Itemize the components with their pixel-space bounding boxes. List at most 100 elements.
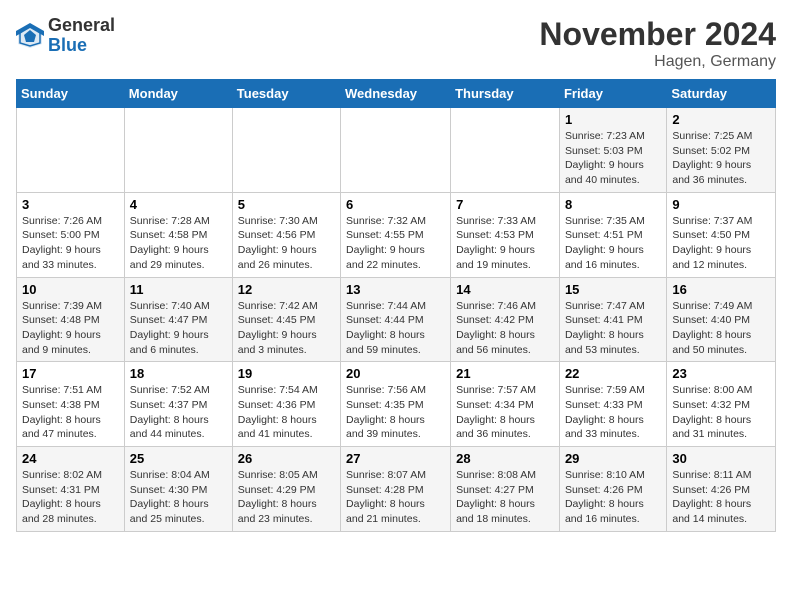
calendar-cell [232,108,340,193]
day-number: 25 [130,451,227,466]
day-info: Sunrise: 7:39 AM Sunset: 4:48 PM Dayligh… [22,299,119,358]
day-info: Sunrise: 8:05 AM Sunset: 4:29 PM Dayligh… [238,468,335,527]
day-info: Sunrise: 7:35 AM Sunset: 4:51 PM Dayligh… [565,214,661,273]
calendar-cell: 15 Sunrise: 7:47 AM Sunset: 4:41 PM Dayli… [559,277,666,362]
calendar-cell: 22 Sunrise: 7:59 AM Sunset: 4:33 PM Dayli… [559,362,666,447]
day-info: Sunrise: 7:30 AM Sunset: 4:56 PM Dayligh… [238,214,335,273]
calendar-week-row: 1 Sunrise: 7:23 AM Sunset: 5:03 PM Daylig… [17,108,776,193]
day-number: 17 [22,366,119,381]
day-header-wednesday: Wednesday [341,80,451,108]
day-info: Sunrise: 8:10 AM Sunset: 4:26 PM Dayligh… [565,468,661,527]
day-number: 6 [346,197,445,212]
day-number: 8 [565,197,661,212]
day-header-tuesday: Tuesday [232,80,340,108]
day-number: 16 [672,282,770,297]
day-info: Sunrise: 7:54 AM Sunset: 4:36 PM Dayligh… [238,383,335,442]
day-number: 2 [672,112,770,127]
calendar-cell: 14 Sunrise: 7:46 AM Sunset: 4:42 PM Dayli… [451,277,560,362]
day-number: 10 [22,282,119,297]
day-number: 24 [22,451,119,466]
day-number: 12 [238,282,335,297]
day-number: 29 [565,451,661,466]
calendar-cell: 12 Sunrise: 7:42 AM Sunset: 4:45 PM Dayli… [232,277,340,362]
day-info: Sunrise: 8:08 AM Sunset: 4:27 PM Dayligh… [456,468,554,527]
day-number: 15 [565,282,661,297]
calendar-week-row: 3Sunrise: 7:26 AM Sunset: 5:00 PM Daylig… [17,192,776,277]
day-info: Sunrise: 7:59 AM Sunset: 4:33 PM Dayligh… [565,383,661,442]
day-info: Sunrise: 7:57 AM Sunset: 4:34 PM Dayligh… [456,383,554,442]
day-header-monday: Monday [124,80,232,108]
calendar-cell: 18 Sunrise: 7:52 AM Sunset: 4:37 PM Dayli… [124,362,232,447]
day-info: Sunrise: 7:33 AM Sunset: 4:53 PM Dayligh… [456,214,554,273]
calendar-cell: 2Sunrise: 7:25 AM Sunset: 5:02 PM Daylig… [667,108,776,193]
page-header: General Blue November 2024 Hagen, German… [16,16,776,71]
day-number: 1 [565,112,661,127]
day-info: Sunrise: 8:04 AM Sunset: 4:30 PM Dayligh… [130,468,227,527]
day-info: Sunrise: 7:56 AM Sunset: 4:35 PM Dayligh… [346,383,445,442]
calendar-cell: 25 Sunrise: 8:04 AM Sunset: 4:30 PM Dayli… [124,447,232,532]
day-info: Sunrise: 7:42 AM Sunset: 4:45 PM Dayligh… [238,299,335,358]
day-info: Sunrise: 7:23 AM Sunset: 5:03 PM Dayligh… [565,129,661,188]
calendar-cell: 20Sunrise: 7:56 AM Sunset: 4:35 PM Dayli… [341,362,451,447]
calendar-cell: 19Sunrise: 7:54 AM Sunset: 4:36 PM Dayli… [232,362,340,447]
day-info: Sunrise: 7:26 AM Sunset: 5:00 PM Dayligh… [22,214,119,273]
day-number: 11 [130,282,227,297]
day-info: Sunrise: 7:49 AM Sunset: 4:40 PM Dayligh… [672,299,770,358]
calendar-cell: 13 Sunrise: 7:44 AM Sunset: 4:44 PM Dayli… [341,277,451,362]
day-info: Sunrise: 7:47 AM Sunset: 4:41 PM Dayligh… [565,299,661,358]
calendar-cell: 26 Sunrise: 8:05 AM Sunset: 4:29 PM Dayli… [232,447,340,532]
day-info: Sunrise: 7:51 AM Sunset: 4:38 PM Dayligh… [22,383,119,442]
day-number: 28 [456,451,554,466]
calendar-week-row: 17 Sunrise: 7:51 AM Sunset: 4:38 PM Dayli… [17,362,776,447]
day-info: Sunrise: 7:37 AM Sunset: 4:50 PM Dayligh… [672,214,770,273]
day-number: 4 [130,197,227,212]
title-block: November 2024 Hagen, Germany [539,16,776,71]
day-info: Sunrise: 7:32 AM Sunset: 4:55 PM Dayligh… [346,214,445,273]
day-info: Sunrise: 7:46 AM Sunset: 4:42 PM Dayligh… [456,299,554,358]
logo-blue-text: Blue [48,35,87,55]
day-info: Sunrise: 7:44 AM Sunset: 4:44 PM Dayligh… [346,299,445,358]
calendar-cell: 16 Sunrise: 7:49 AM Sunset: 4:40 PM Dayli… [667,277,776,362]
day-number: 26 [238,451,335,466]
day-number: 13 [346,282,445,297]
day-header-thursday: Thursday [451,80,560,108]
day-number: 14 [456,282,554,297]
day-info: Sunrise: 7:52 AM Sunset: 4:37 PM Dayligh… [130,383,227,442]
calendar-cell: 29 Sunrise: 8:10 AM Sunset: 4:26 PM Dayli… [559,447,666,532]
day-number: 27 [346,451,445,466]
day-number: 23 [672,366,770,381]
location: Hagen, Germany [539,53,776,71]
calendar-cell [341,108,451,193]
day-number: 5 [238,197,335,212]
calendar-cell: 23Sunrise: 8:00 AM Sunset: 4:32 PM Dayli… [667,362,776,447]
day-number: 21 [456,366,554,381]
day-number: 7 [456,197,554,212]
day-info: Sunrise: 8:07 AM Sunset: 4:28 PM Dayligh… [346,468,445,527]
day-info: Sunrise: 8:11 AM Sunset: 4:26 PM Dayligh… [672,468,770,527]
calendar-cell: 27 Sunrise: 8:07 AM Sunset: 4:28 PM Dayli… [341,447,451,532]
calendar-cell: 7 Sunrise: 7:33 AM Sunset: 4:53 PM Daylig… [451,192,560,277]
calendar-cell: 5 Sunrise: 7:30 AM Sunset: 4:56 PM Daylig… [232,192,340,277]
day-number: 30 [672,451,770,466]
day-header-saturday: Saturday [667,80,776,108]
day-info: Sunrise: 7:28 AM Sunset: 4:58 PM Dayligh… [130,214,227,273]
day-header-sunday: Sunday [17,80,125,108]
logo-general: General [48,15,115,35]
logo-text: General Blue [48,16,115,56]
calendar-cell [451,108,560,193]
calendar-cell: 21 Sunrise: 7:57 AM Sunset: 4:34 PM Dayli… [451,362,560,447]
calendar-cell: 30 Sunrise: 8:11 AM Sunset: 4:26 PM Dayli… [667,447,776,532]
calendar-cell: 11Sunrise: 7:40 AM Sunset: 4:47 PM Dayli… [124,277,232,362]
calendar-header-row: SundayMondayTuesdayWednesdayThursdayFrid… [17,80,776,108]
calendar-cell: 6 Sunrise: 7:32 AM Sunset: 4:55 PM Daylig… [341,192,451,277]
calendar-cell [17,108,125,193]
calendar-cell: 4 Sunrise: 7:28 AM Sunset: 4:58 PM Daylig… [124,192,232,277]
day-number: 18 [130,366,227,381]
calendar-week-row: 24Sunrise: 8:02 AM Sunset: 4:31 PM Dayli… [17,447,776,532]
calendar-cell: 24Sunrise: 8:02 AM Sunset: 4:31 PM Dayli… [17,447,125,532]
day-header-friday: Friday [559,80,666,108]
logo: General Blue [16,16,115,56]
calendar-week-row: 10 Sunrise: 7:39 AM Sunset: 4:48 PM Dayli… [17,277,776,362]
calendar-cell: 3Sunrise: 7:26 AM Sunset: 5:00 PM Daylig… [17,192,125,277]
day-number: 22 [565,366,661,381]
